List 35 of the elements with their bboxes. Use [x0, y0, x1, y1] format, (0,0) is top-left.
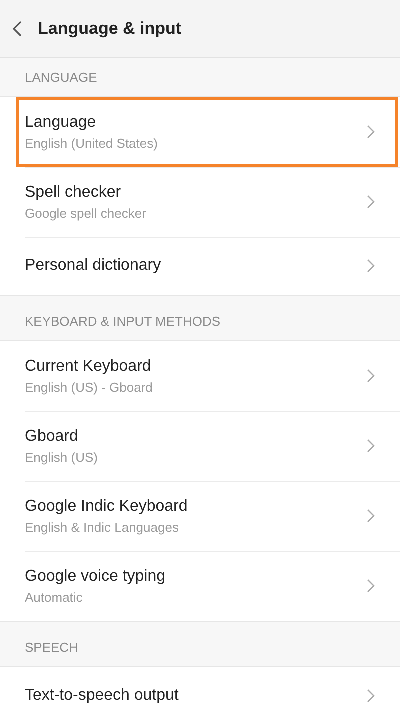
settings-item[interactable]: Gboard English (US) [0, 411, 400, 481]
section-header: KEYBOARD & INPUT METHODS [24, 312, 222, 330]
item-subtitle: English (United States) [25, 136, 159, 150]
item-title: Personal dictionary [25, 257, 162, 275]
chevron-right-icon [367, 125, 375, 139]
item-title: Spell checker [25, 184, 122, 202]
item-title: Gboard [25, 428, 80, 446]
chevron-right-icon [367, 259, 375, 273]
back-icon[interactable] [12, 20, 24, 38]
screen-title: Language & input [38, 18, 182, 38]
highlighted-settings-item[interactable]: Language English (United States) [16, 97, 398, 167]
section-header: SPEECH [24, 638, 80, 656]
chevron-right-icon [367, 689, 375, 703]
chevron-right-icon [367, 509, 375, 523]
settings-item[interactable]: Current Keyboard English (US) - Gboard [0, 341, 400, 411]
settings-item[interactable]: Text-to-speech output [0, 667, 400, 704]
item-subtitle: Google spell checker [25, 206, 148, 220]
settings-item[interactable]: Personal dictionary [0, 237, 400, 295]
chevron-right-icon [367, 195, 375, 209]
chevron-right-icon [367, 579, 375, 593]
settings-item[interactable]: Google voice typing Automatic [0, 551, 400, 621]
item-title: Language [25, 114, 98, 132]
item-subtitle: Automatic [25, 590, 84, 604]
item-subtitle: English (US) [25, 450, 99, 464]
section-header: LANGUAGE [24, 68, 98, 86]
item-subtitle: English & Indic Languages [25, 520, 180, 534]
item-title: Google Indic Keyboard [25, 498, 189, 516]
item-title: Current Keyboard [25, 358, 152, 376]
settings-item[interactable]: Google Indic Keyboard English & Indic Languages [0, 481, 400, 551]
settings-item[interactable]: Spell checker Google spell checker [0, 167, 400, 237]
chevron-right-icon [367, 439, 375, 453]
item-title: Google voice typing [25, 568, 167, 586]
item-title: Text-to-speech output [25, 687, 180, 704]
item-subtitle: English (US) - Gboard [25, 380, 154, 394]
chevron-right-icon [367, 369, 375, 383]
